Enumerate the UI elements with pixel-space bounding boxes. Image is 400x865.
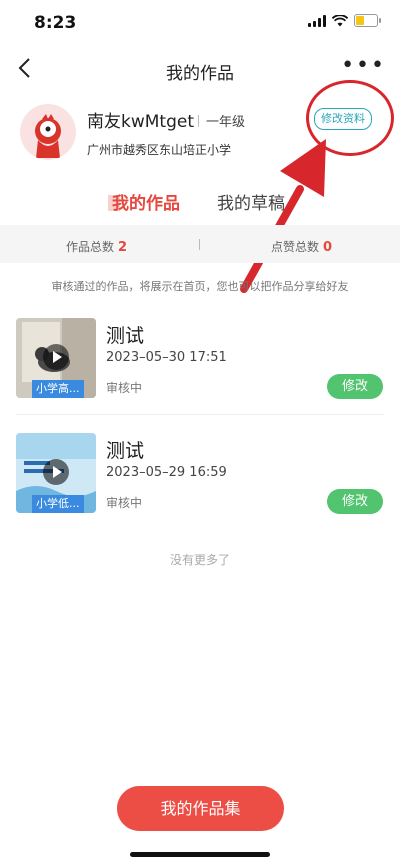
work-category-tag: 小学高...: [32, 380, 84, 398]
work-category-tag: 小学低...: [32, 495, 84, 513]
work-item[interactable]: 小学高... 测试 2023–05–30 17:51 审核中 修改: [16, 318, 384, 400]
battery-icon: [354, 14, 381, 27]
notice-text: 审核通过的作品，将展示在首页，您也可以把作品分享给好友: [51, 280, 349, 293]
signal-icon: [308, 14, 326, 27]
play-icon: [43, 459, 69, 485]
wifi-icon: [332, 14, 348, 26]
works-count-label: 作品总数: [66, 240, 115, 254]
stats-divider: [199, 239, 200, 250]
tab-my-drafts[interactable]: 我的草稿: [217, 189, 285, 214]
no-more-text: 没有更多了: [169, 553, 230, 567]
likes-count-label: 点赞总数: [271, 240, 320, 254]
work-title: 测试: [106, 440, 145, 462]
work-status: 审核中: [106, 381, 143, 395]
likes-count-stat: 点赞总数 0: [271, 236, 332, 255]
home-indicator: [130, 852, 270, 857]
edit-work-button[interactable]: 修改: [327, 374, 383, 399]
work-title: 测试: [106, 325, 145, 347]
work-thumbnail: 小学低...: [16, 433, 96, 513]
stats-bar: [0, 225, 400, 263]
likes-count-value: 0: [323, 240, 333, 255]
work-item[interactable]: 小学低... 测试 2023–05–29 16:59 审核中 修改: [16, 433, 384, 515]
user-school: 广州市越秀区东山培正小学: [87, 143, 232, 157]
more-icon[interactable]: •••: [341, 55, 386, 77]
work-date: 2023–05–29 16:59: [106, 465, 227, 480]
works-count-stat: 作品总数 2: [66, 236, 127, 255]
play-icon: [43, 344, 69, 370]
status-time: 8:23: [34, 13, 77, 33]
works-count-value: 2: [118, 240, 128, 255]
list-divider: [16, 414, 384, 415]
work-status: 审核中: [106, 496, 143, 510]
work-thumbnail: 小学高...: [16, 318, 96, 398]
user-name: 南友kwMtget: [87, 112, 194, 132]
work-date: 2023–05–30 17:51: [106, 350, 227, 365]
status-icons: [308, 14, 381, 27]
edit-work-button[interactable]: 修改: [327, 489, 383, 514]
tab-my-works[interactable]: 我的作品: [112, 189, 180, 214]
avatar: [20, 104, 76, 160]
my-collection-button[interactable]: 我的作品集: [117, 786, 284, 831]
